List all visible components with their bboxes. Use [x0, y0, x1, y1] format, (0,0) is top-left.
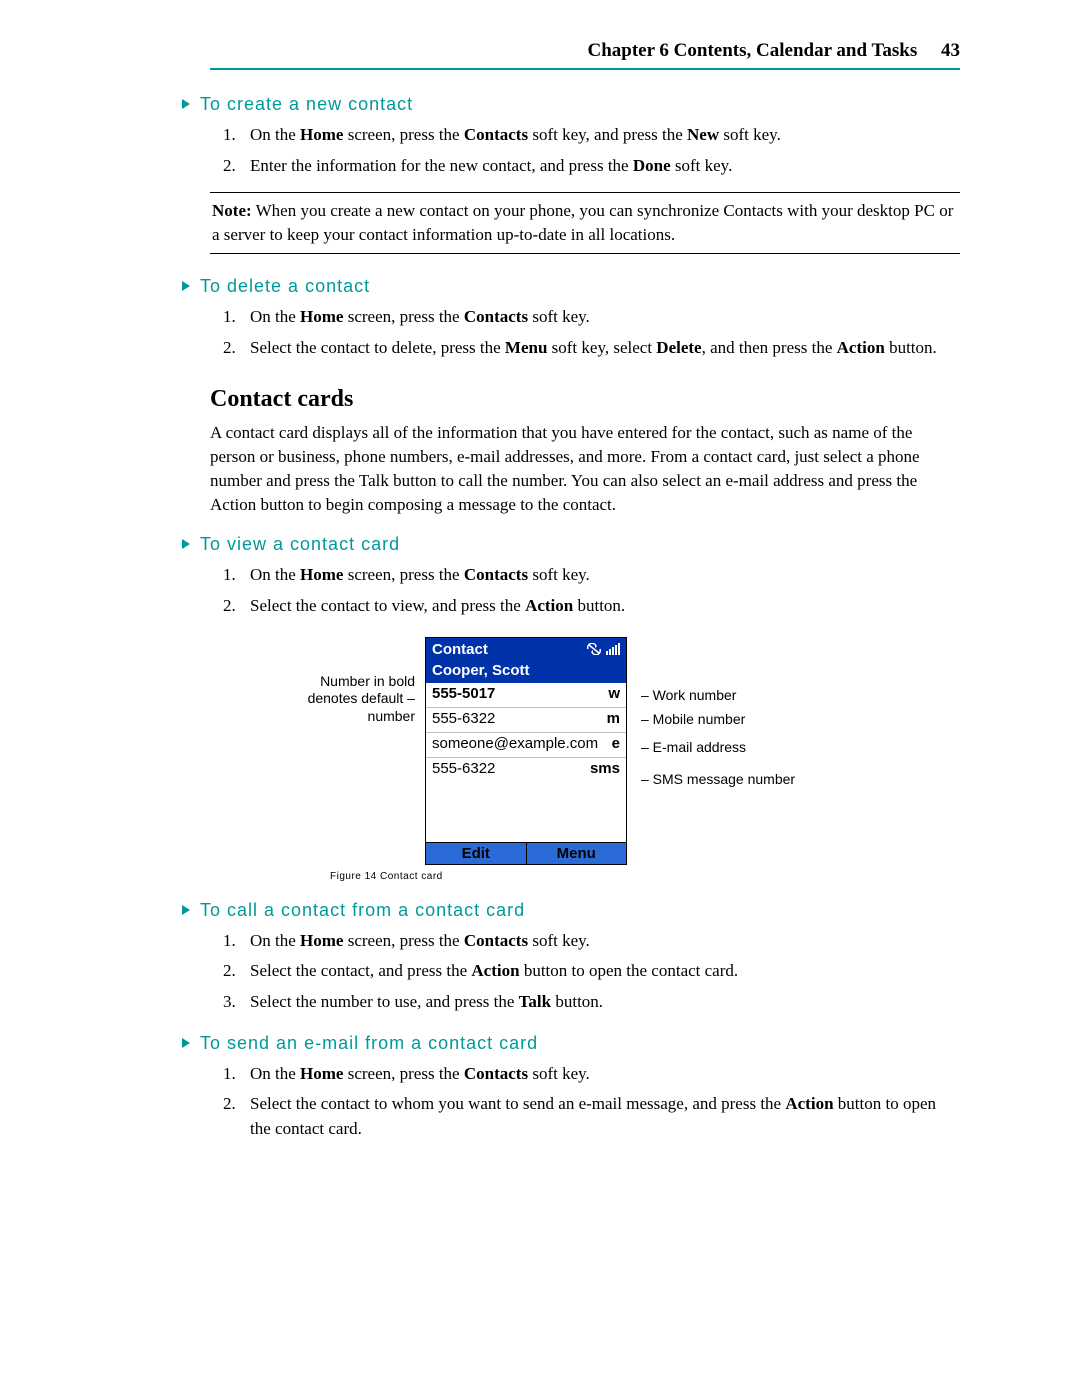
proc-arrow-icon [182, 99, 190, 109]
proc-arrow-icon [182, 1038, 190, 1048]
proc-email-steps: On the Home screen, press the Contacts s… [210, 1062, 960, 1142]
list-item: Select the number to use, and press the … [240, 990, 960, 1015]
callout-mobile: – Mobile number [641, 711, 795, 727]
softkey-menu: Menu [527, 843, 627, 864]
proc-arrow-icon [182, 539, 190, 549]
proc-heading-email: To send an e-mail from a contact card [182, 1033, 960, 1054]
phone-screen: Contact Cooper, Scott 555-5017 w [425, 637, 627, 865]
phone-contact-list: 555-5017 w 555-6322 m someone@example.co… [426, 683, 626, 842]
proc-arrow-icon [182, 905, 190, 915]
note-text: When you create a new contact on your ph… [212, 201, 953, 244]
proc-title: To delete a contact [200, 276, 370, 296]
proc-title: To create a new contact [200, 94, 413, 114]
status-icons [586, 643, 620, 655]
proc-title: To send an e-mail from a contact card [200, 1033, 538, 1053]
chapter-title: Chapter 6 Contents, Calendar and Tasks [587, 40, 917, 61]
list-item: On the Home screen, press the Contacts s… [240, 1062, 960, 1087]
list-item: On the Home screen, press the Contacts s… [240, 305, 960, 330]
phone-row-mobile: 555-6322 m [426, 707, 626, 732]
callout-sms: – SMS message number [641, 771, 795, 787]
proc-heading-delete: To delete a contact [182, 276, 960, 297]
figure-caption: Figure 14 Contact card [330, 871, 960, 882]
callout-work: – Work number [641, 687, 795, 703]
page: Chapter 6 Contents, Calendar and Tasks 4… [0, 0, 1080, 1215]
figure-left-callout: Number in bold denotes default – number [210, 637, 425, 726]
page-header: Chapter 6 Contents, Calendar and Tasks 4… [210, 40, 960, 70]
phone-title-text: Contact [432, 641, 488, 658]
list-item: On the Home screen, press the Contacts s… [240, 563, 960, 588]
proc-title: To view a contact card [200, 534, 400, 554]
figure-right-callouts: – Work number – Mobile number – E-mail a… [627, 637, 795, 787]
phone-row-work: 555-5017 w [426, 683, 626, 707]
phone-row-sms: 555-6322 sms [426, 757, 626, 782]
proc-arrow-icon [182, 281, 190, 291]
proc-heading-view: To view a contact card [182, 534, 960, 555]
contact-cards-paragraph: A contact card displays all of the infor… [210, 421, 960, 516]
phone-empty-space [426, 782, 626, 842]
phone-row-email: someone@example.com e [426, 732, 626, 757]
proc-heading-call: To call a contact from a contact card [182, 900, 960, 921]
proc-view-steps: On the Home screen, press the Contacts s… [210, 563, 960, 618]
list-item: On the Home screen, press the Contacts s… [240, 929, 960, 954]
list-item: Select the contact, and press the Action… [240, 959, 960, 984]
list-item: Select the contact to view, and press th… [240, 594, 960, 619]
proc-create-steps: On the Home screen, press the Contacts s… [210, 123, 960, 178]
proc-title: To call a contact from a contact card [200, 900, 525, 920]
page-number: 43 [941, 40, 960, 61]
section-heading-contact-cards: Contact cards [210, 386, 960, 413]
softkey-edit: Edit [426, 843, 527, 864]
list-item: Enter the information for the new contac… [240, 154, 960, 179]
signal-icon [606, 643, 620, 655]
note-box: Note: When you create a new contact on y… [210, 192, 960, 254]
proc-delete-steps: On the Home screen, press the Contacts s… [210, 305, 960, 360]
list-item: Select the contact to delete, press the … [240, 336, 960, 361]
phone-contact-name: Cooper, Scott [426, 661, 626, 683]
proc-heading-create: To create a new contact [182, 94, 960, 115]
proc-call-steps: On the Home screen, press the Contacts s… [210, 929, 960, 1015]
phone-title-bar: Contact [426, 638, 626, 661]
list-item: On the Home screen, press the Contacts s… [240, 123, 960, 148]
sync-icon [586, 643, 602, 655]
phone-softkey-bar: Edit Menu [426, 842, 626, 864]
note-label: Note: [212, 201, 252, 220]
callout-email: – E-mail address [641, 739, 795, 755]
figure-contact-card: Number in bold denotes default – number … [210, 637, 960, 882]
list-item: Select the contact to whom you want to s… [240, 1092, 960, 1141]
